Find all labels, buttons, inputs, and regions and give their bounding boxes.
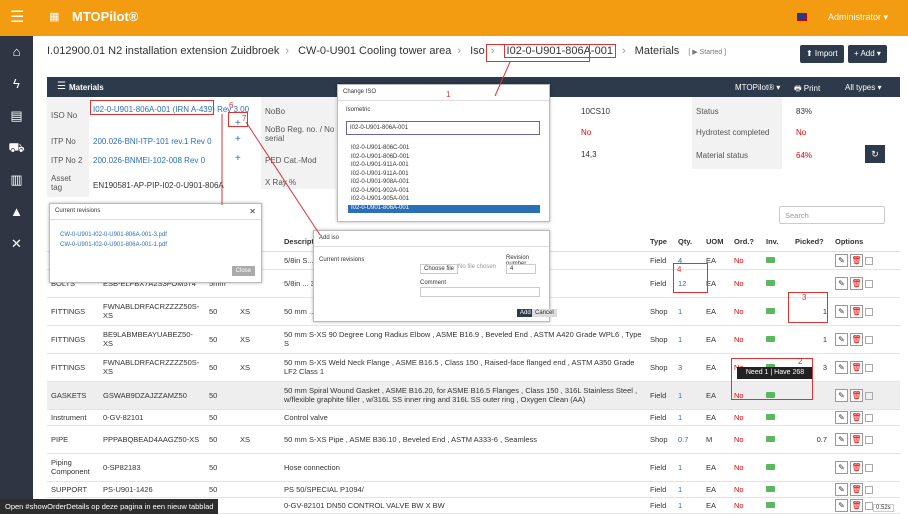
annotation-arrows xyxy=(221,61,511,236)
arrow-line xyxy=(494,61,511,97)
status-bar: Open #showOrderDetails op deze pagina in… xyxy=(0,499,219,514)
zoom-indicator: 0.52s xyxy=(873,504,894,512)
arrow-line xyxy=(245,121,321,236)
